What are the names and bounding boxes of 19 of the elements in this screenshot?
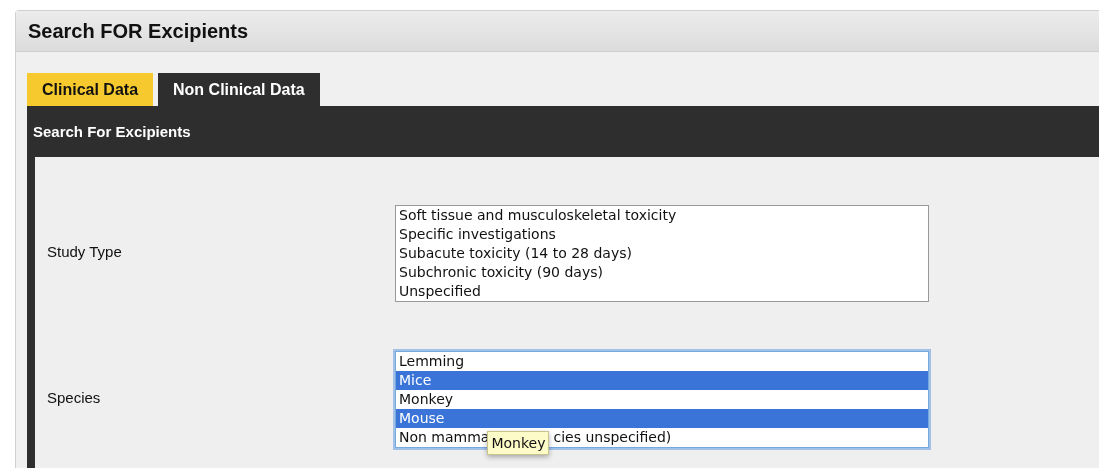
- list-option[interactable]: Subacute toxicity (14 to 28 days): [396, 244, 928, 263]
- list-option[interactable]: Lemming: [396, 352, 928, 371]
- list-option[interactable]: Unspecified: [396, 282, 928, 301]
- list-option[interactable]: Mice: [396, 371, 928, 390]
- list-option[interactable]: Soft tissue and musculoskeletal toxicity: [396, 206, 928, 225]
- list-option[interactable]: Subchronic toxicity (90 days): [396, 263, 928, 282]
- option-text: cies unspecified): [553, 428, 672, 447]
- list-option[interactable]: Monkey: [396, 390, 928, 409]
- field-label: Study Type: [46, 243, 123, 260]
- tab[interactable]: Clinical Data: [27, 73, 154, 106]
- section-title: Search For Excipients: [33, 123, 191, 140]
- page-title: Search FOR Excipients: [28, 19, 249, 43]
- list-box[interactable]: Soft tissue and musculoskeletal toxicity Specific investigations Subacute toxicity (14 to 28 days) Subchronic toxicity (90 days) Unspecified: [395, 205, 929, 302]
- list-option[interactable]: Specific investigations: [396, 225, 928, 244]
- field-label: Species: [46, 389, 102, 406]
- list-option[interactable]: Mouse: [396, 409, 928, 428]
- tab[interactable]: Non Clinical Data: [158, 73, 320, 106]
- tooltip: Monkey: [487, 431, 550, 455]
- option-text: Non mamma: [399, 428, 490, 447]
